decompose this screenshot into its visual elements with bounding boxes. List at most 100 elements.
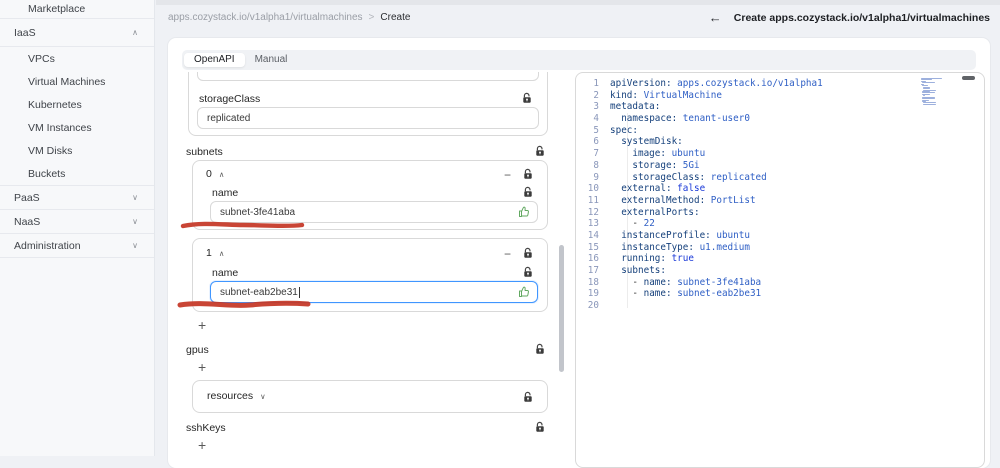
sidebar-item-vm-disks[interactable]: VM Disks (0, 139, 154, 162)
storageclass-label: storageClass (199, 93, 261, 105)
sidebar-item-buckets[interactable]: Buckets (0, 162, 154, 186)
line-number: 12 (587, 206, 599, 218)
tab-manual[interactable]: Manual (245, 53, 298, 67)
code-line-content[interactable]: metadata: (610, 101, 660, 113)
sidebar-item-administration[interactable]: Administration ∨ (0, 234, 154, 258)
name-label: name (212, 267, 239, 279)
sidebar-item-iaas[interactable]: IaaS ∧ (0, 19, 154, 47)
code-line-content[interactable]: storage: 5Gi (610, 160, 699, 172)
gpus-label: gpus (186, 344, 209, 356)
line-number: 7 (593, 148, 599, 160)
tab-bar: OpenAPI Manual (182, 50, 976, 70)
sidebar-item-label: Marketplace (28, 3, 86, 15)
subnet-0-header[interactable]: 0 ∧ (206, 168, 224, 180)
unlock-icon[interactable] (522, 168, 534, 180)
subnet-1-name-input[interactable]: subnet-eab2be31 (210, 281, 538, 303)
collapse-icon: ∧ (218, 249, 225, 258)
thumbs-up-icon[interactable] (518, 206, 530, 218)
sshkeys-label: sshKeys (186, 422, 226, 434)
line-number: 13 (587, 218, 599, 230)
line-number: 10 (587, 183, 599, 195)
code-line-content[interactable]: - 22 (610, 218, 654, 230)
chevron-down-icon: ∨ (132, 241, 138, 250)
subnet-item-0: 0 ∧ − name subnet-3fe41aba (192, 160, 548, 230)
unlock-icon[interactable] (522, 266, 534, 278)
code-line-content[interactable]: instanceType: u1.medium (610, 242, 750, 254)
sidebar-item-label: VM Instances (28, 121, 92, 134)
remove-item-button[interactable]: − (504, 169, 511, 181)
add-gpu-button[interactable]: + (198, 360, 206, 374)
sidebar-item-label: Kubernetes (28, 98, 82, 111)
tab-openapi[interactable]: OpenAPI (184, 53, 245, 67)
thumbs-up-icon[interactable] (518, 286, 530, 298)
unlock-icon[interactable] (522, 247, 534, 259)
code-line-content[interactable]: kind: VirtualMachine (610, 90, 722, 102)
text-cursor (298, 286, 300, 298)
line-number: 14 (587, 229, 599, 241)
unlock-icon[interactable] (534, 343, 546, 355)
unlock-icon[interactable] (534, 421, 546, 433)
page-title: Create apps.cozystack.io/v1alpha1/virtua… (733, 11, 990, 24)
unlock-icon[interactable] (534, 145, 546, 157)
sidebar-item-virtual-machines[interactable]: Virtual Machines (0, 70, 154, 93)
breadcrumb: apps.cozystack.io/v1alpha1/virtualmachin… (168, 12, 410, 23)
storage-value: 5Gi (207, 72, 223, 75)
unlock-icon[interactable] (522, 186, 534, 198)
code-line-content[interactable]: spec: (610, 125, 638, 137)
code-line-content[interactable]: systemDisk: (610, 136, 683, 148)
sidebar-item-paas[interactable]: PaaS ∨ (0, 186, 154, 210)
form-scrollbar-thumb[interactable] (559, 245, 564, 372)
unlock-icon[interactable] (522, 391, 534, 403)
code-line-content[interactable]: subnets: (610, 265, 666, 277)
sidebar-item-label: VPCs (28, 52, 55, 65)
breadcrumb-path-link[interactable]: apps.cozystack.io/v1alpha1/virtualmachin… (168, 12, 363, 23)
line-number: 17 (587, 265, 599, 276)
sidebar-item-kubernetes[interactable]: Kubernetes (0, 93, 154, 116)
minimap[interactable] (921, 78, 963, 107)
code-line-content[interactable]: storageClass: replicated (610, 172, 766, 184)
sidebar-item-marketplace[interactable]: Marketplace (0, 0, 154, 19)
subnet-0-name-input[interactable]: subnet-3fe41aba (210, 201, 538, 223)
page-header: ← Create apps.cozystack.io/v1alpha1/virt… (709, 10, 990, 25)
code-line-content[interactable]: - name: subnet-3fe41aba (610, 277, 761, 289)
remove-item-button[interactable]: − (504, 248, 511, 260)
code-line-content[interactable]: instanceProfile: ubuntu (610, 230, 750, 242)
subnet-0-name-value: subnet-3fe41aba (220, 206, 296, 218)
unlock-icon[interactable] (521, 92, 533, 104)
add-sshkey-button[interactable]: + (198, 438, 206, 452)
minimap-slider[interactable] (962, 76, 975, 80)
back-arrow-icon[interactable]: ← (709, 10, 722, 25)
code-line-content[interactable]: running: true (610, 253, 694, 265)
code-line-content[interactable]: external: false (610, 183, 705, 195)
sidebar-item-vpcs[interactable]: VPCs (0, 47, 154, 70)
code-line-content[interactable]: namespace: tenant-user0 (610, 113, 750, 125)
storageclass-input[interactable]: replicated (197, 107, 539, 129)
line-number: 1 (593, 78, 599, 89)
sidebar-item-vm-instances[interactable]: VM Instances (0, 116, 154, 139)
name-label: name (212, 187, 239, 199)
add-subnet-button[interactable]: + (198, 318, 206, 332)
sidebar-item-naas[interactable]: NaaS ∨ (0, 210, 154, 234)
code-line-content[interactable]: apiVersion: apps.cozystack.io/v1alpha1 (610, 78, 823, 90)
chevron-down-icon: ∨ (132, 193, 138, 202)
sidebar: Marketplace IaaS ∧ VPCs Virtual Machines… (0, 0, 155, 456)
code-lines[interactable]: 1 apiVersion: apps.cozystack.io/v1alpha1 2… (576, 78, 984, 312)
code-line-content[interactable]: externalMethod: PortList (610, 195, 755, 207)
code-line-content[interactable]: - name: subnet-eab2be31 (610, 288, 761, 300)
code-line-content[interactable]: image: ubuntu (610, 148, 705, 160)
subnet-1-header[interactable]: 1 ∧ (206, 247, 224, 259)
yaml-editor[interactable]: 1 apiVersion: apps.cozystack.io/v1alpha1 2… (575, 72, 985, 468)
sidebar-item-label: PaaS (14, 191, 40, 204)
collapse-icon: ∨ (260, 392, 266, 401)
storage-input[interactable]: 5Gi (197, 72, 539, 81)
breadcrumb-current: Create (380, 12, 411, 23)
sidebar-item-label: IaaS (14, 26, 36, 39)
line-number: 8 (593, 159, 599, 171)
code-line-content[interactable]: externalPorts: (610, 207, 699, 219)
line-number: 9 (593, 171, 599, 183)
resources-group-card[interactable]: resources ∨ (192, 380, 548, 413)
sidebar-item-label: Administration (14, 239, 81, 252)
form-scrollbar (559, 72, 564, 456)
subnet-item-1: 1 ∧ − name subnet-eab2be31 (192, 238, 548, 312)
collapse-icon: ∧ (218, 170, 225, 179)
